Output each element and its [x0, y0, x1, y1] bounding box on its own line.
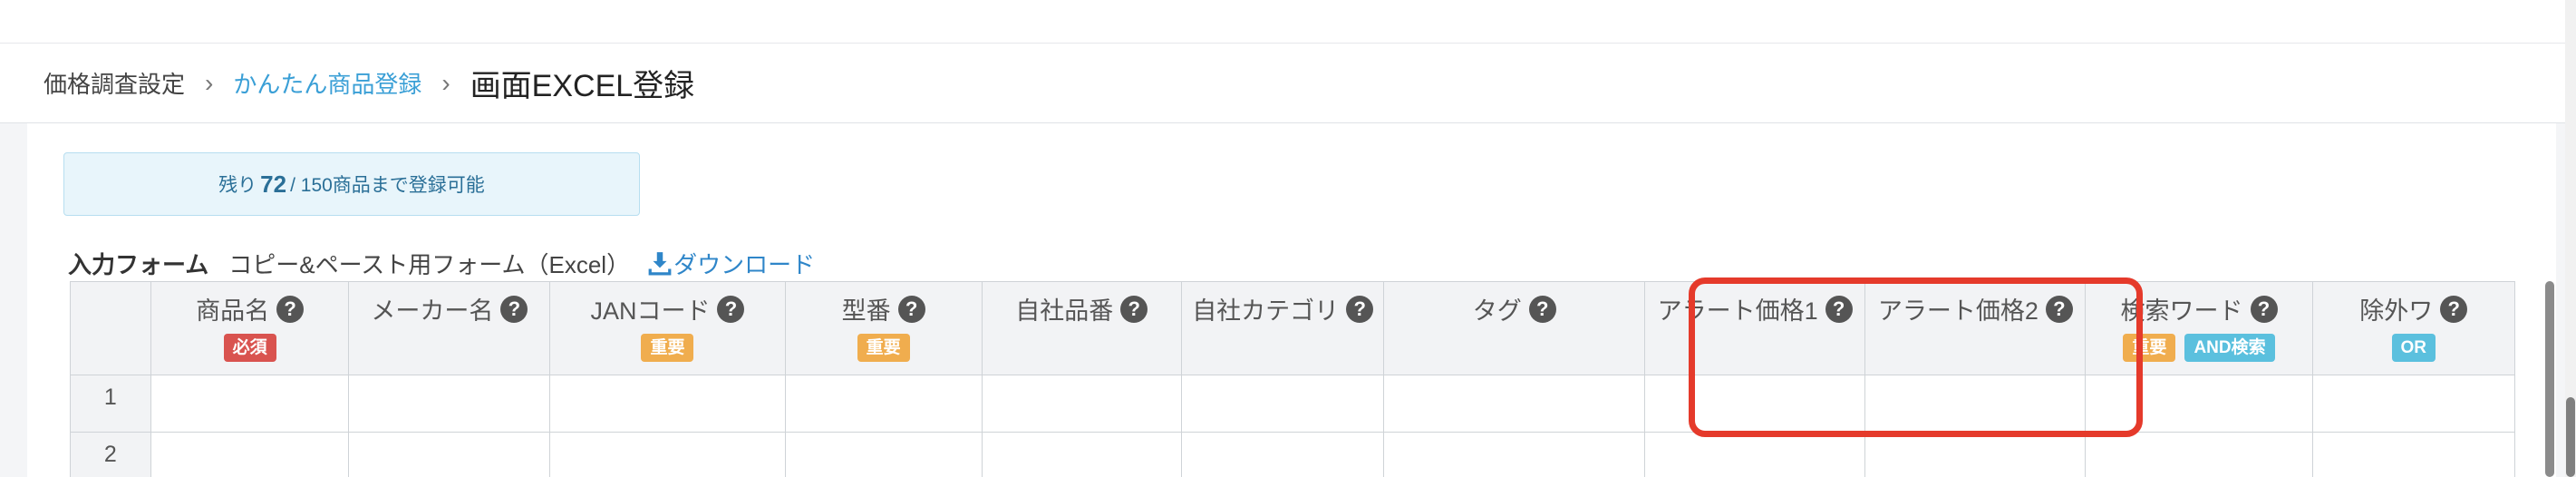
help-icon[interactable]: ?	[500, 295, 528, 323]
input-cell[interactable]	[2085, 432, 2313, 477]
column-label: 除外ワ	[2359, 297, 2434, 325]
input-cell[interactable]	[1383, 432, 1645, 477]
column-header: タグ?	[1383, 282, 1645, 375]
help-icon[interactable]: ?	[1120, 295, 1148, 323]
column-label: 商品名	[196, 297, 270, 325]
input-cell[interactable]	[348, 432, 551, 477]
status-badge: 重要	[641, 334, 694, 362]
column-header-label-wrap: 除外ワ?	[2359, 291, 2468, 326]
breadcrumb-separator: ›	[205, 68, 214, 97]
column-header: 自社品番?	[982, 282, 1182, 375]
status-badge: 必須	[223, 334, 276, 362]
column-label: JANコード	[590, 297, 711, 325]
form-subtitle: コピー&ペースト用フォーム（Excel）	[228, 250, 631, 278]
remaining-suffix: / 150商品まで登録可能	[290, 175, 485, 196]
input-cell[interactable]	[785, 375, 983, 433]
breadcrumb-separator: ›	[441, 68, 450, 97]
page-title: 画面EXCEL登録	[470, 69, 695, 103]
column-header-label-wrap: 検索ワード?	[2121, 291, 2278, 326]
main-content: 残り 72 / 150商品まで登録可能 入力フォーム コピー&ペースト用フォーム…	[27, 123, 2556, 477]
help-icon[interactable]: ?	[2250, 295, 2278, 323]
input-cell[interactable]	[1644, 432, 1866, 477]
alert-price-highlight-box	[1689, 277, 2143, 437]
input-cell[interactable]	[348, 375, 551, 433]
excel-input-table: 商品名? 必須 メーカー名? JANコード? 重要 型番? 重要 自社品番? 自社カテゴリ? タグ…	[70, 281, 2515, 477]
input-cell[interactable]	[2312, 375, 2515, 433]
input-cell[interactable]	[2312, 432, 2515, 477]
input-cell[interactable]	[785, 432, 983, 477]
form-title: 入力フォーム	[68, 250, 209, 278]
top-header	[0, 0, 2576, 44]
column-header: 商品名? 必須	[150, 282, 350, 375]
input-cell[interactable]	[1383, 375, 1645, 433]
column-label: 自社カテゴリ	[1192, 297, 1340, 325]
download-label: ダウンロード	[673, 250, 816, 278]
column-header: 除外ワ? OR	[2312, 282, 2515, 375]
input-cell[interactable]	[1181, 432, 1385, 477]
status-badge: AND検索	[2184, 334, 2275, 362]
help-icon[interactable]: ?	[897, 295, 925, 323]
column-header-label-wrap: 商品名?	[196, 291, 305, 326]
table-row: 2	[71, 432, 2515, 477]
column-label: タグ	[1472, 297, 1522, 325]
column-header: JANコード? 重要	[549, 282, 786, 375]
help-icon[interactable]: ?	[1346, 295, 1374, 323]
status-badge: OR	[2391, 334, 2436, 362]
breadcrumb: 価格調査設定 › かんたん商品登録 › 画面EXCEL登録	[0, 44, 2576, 123]
column-header: 型番? 重要	[785, 282, 983, 375]
remaining-count: 72	[260, 170, 287, 198]
input-cell[interactable]	[982, 432, 1182, 477]
column-header: メーカー名?	[348, 282, 551, 375]
column-header-label-wrap: メーカー名?	[371, 291, 528, 326]
input-cell[interactable]	[1181, 375, 1385, 433]
column-label: メーカー名	[371, 297, 494, 325]
input-cell[interactable]	[1864, 432, 2087, 477]
column-header: 自社カテゴリ?	[1181, 282, 1385, 375]
help-icon[interactable]: ?	[276, 295, 305, 323]
badge-group: 重要	[550, 334, 784, 362]
table-scrollbar[interactable]	[2545, 281, 2554, 477]
badge-group: OR	[2313, 334, 2514, 362]
page-scrollbar-thumb[interactable]	[2566, 397, 2575, 477]
column-header-label-wrap: 自社カテゴリ?	[1192, 291, 1374, 326]
input-cell[interactable]	[150, 375, 350, 433]
badge-group: 重要	[786, 334, 982, 362]
breadcrumb-item-easy-register[interactable]: かんたん商品登録	[233, 66, 421, 100]
row-number: 1	[71, 375, 151, 433]
help-icon[interactable]: ?	[2440, 295, 2468, 323]
corner-cell	[71, 282, 151, 375]
remaining-quota-info: 残り 72 / 150商品まで登録可能	[63, 152, 640, 216]
badge-group: 必須	[151, 334, 349, 362]
breadcrumb-item-price-settings[interactable]: 価格調査設定	[44, 66, 185, 100]
column-label: 型番	[841, 297, 891, 325]
column-label: 自社品番	[1015, 297, 1114, 325]
input-cell[interactable]	[982, 375, 1182, 433]
help-icon[interactable]: ?	[717, 295, 745, 323]
column-header-label-wrap: 自社品番?	[1015, 291, 1148, 326]
input-cell[interactable]	[549, 375, 786, 433]
status-badge: 重要	[857, 334, 910, 362]
column-header-label-wrap: 型番?	[842, 291, 925, 326]
table-row: 1	[71, 375, 2515, 433]
download-icon	[648, 252, 672, 276]
input-cell[interactable]	[549, 432, 786, 477]
download-link[interactable]: ダウンロード	[648, 247, 815, 280]
row-number: 2	[71, 432, 151, 477]
column-header-label-wrap: JANコード?	[590, 291, 745, 326]
remaining-prefix: 残り	[218, 175, 257, 196]
help-icon[interactable]: ?	[1528, 295, 1556, 323]
input-cell[interactable]	[150, 432, 350, 477]
column-header-label-wrap: タグ?	[1473, 291, 1556, 326]
input-form-header: 入力フォーム コピー&ペースト用フォーム（Excel） ダウンロード	[68, 245, 815, 281]
